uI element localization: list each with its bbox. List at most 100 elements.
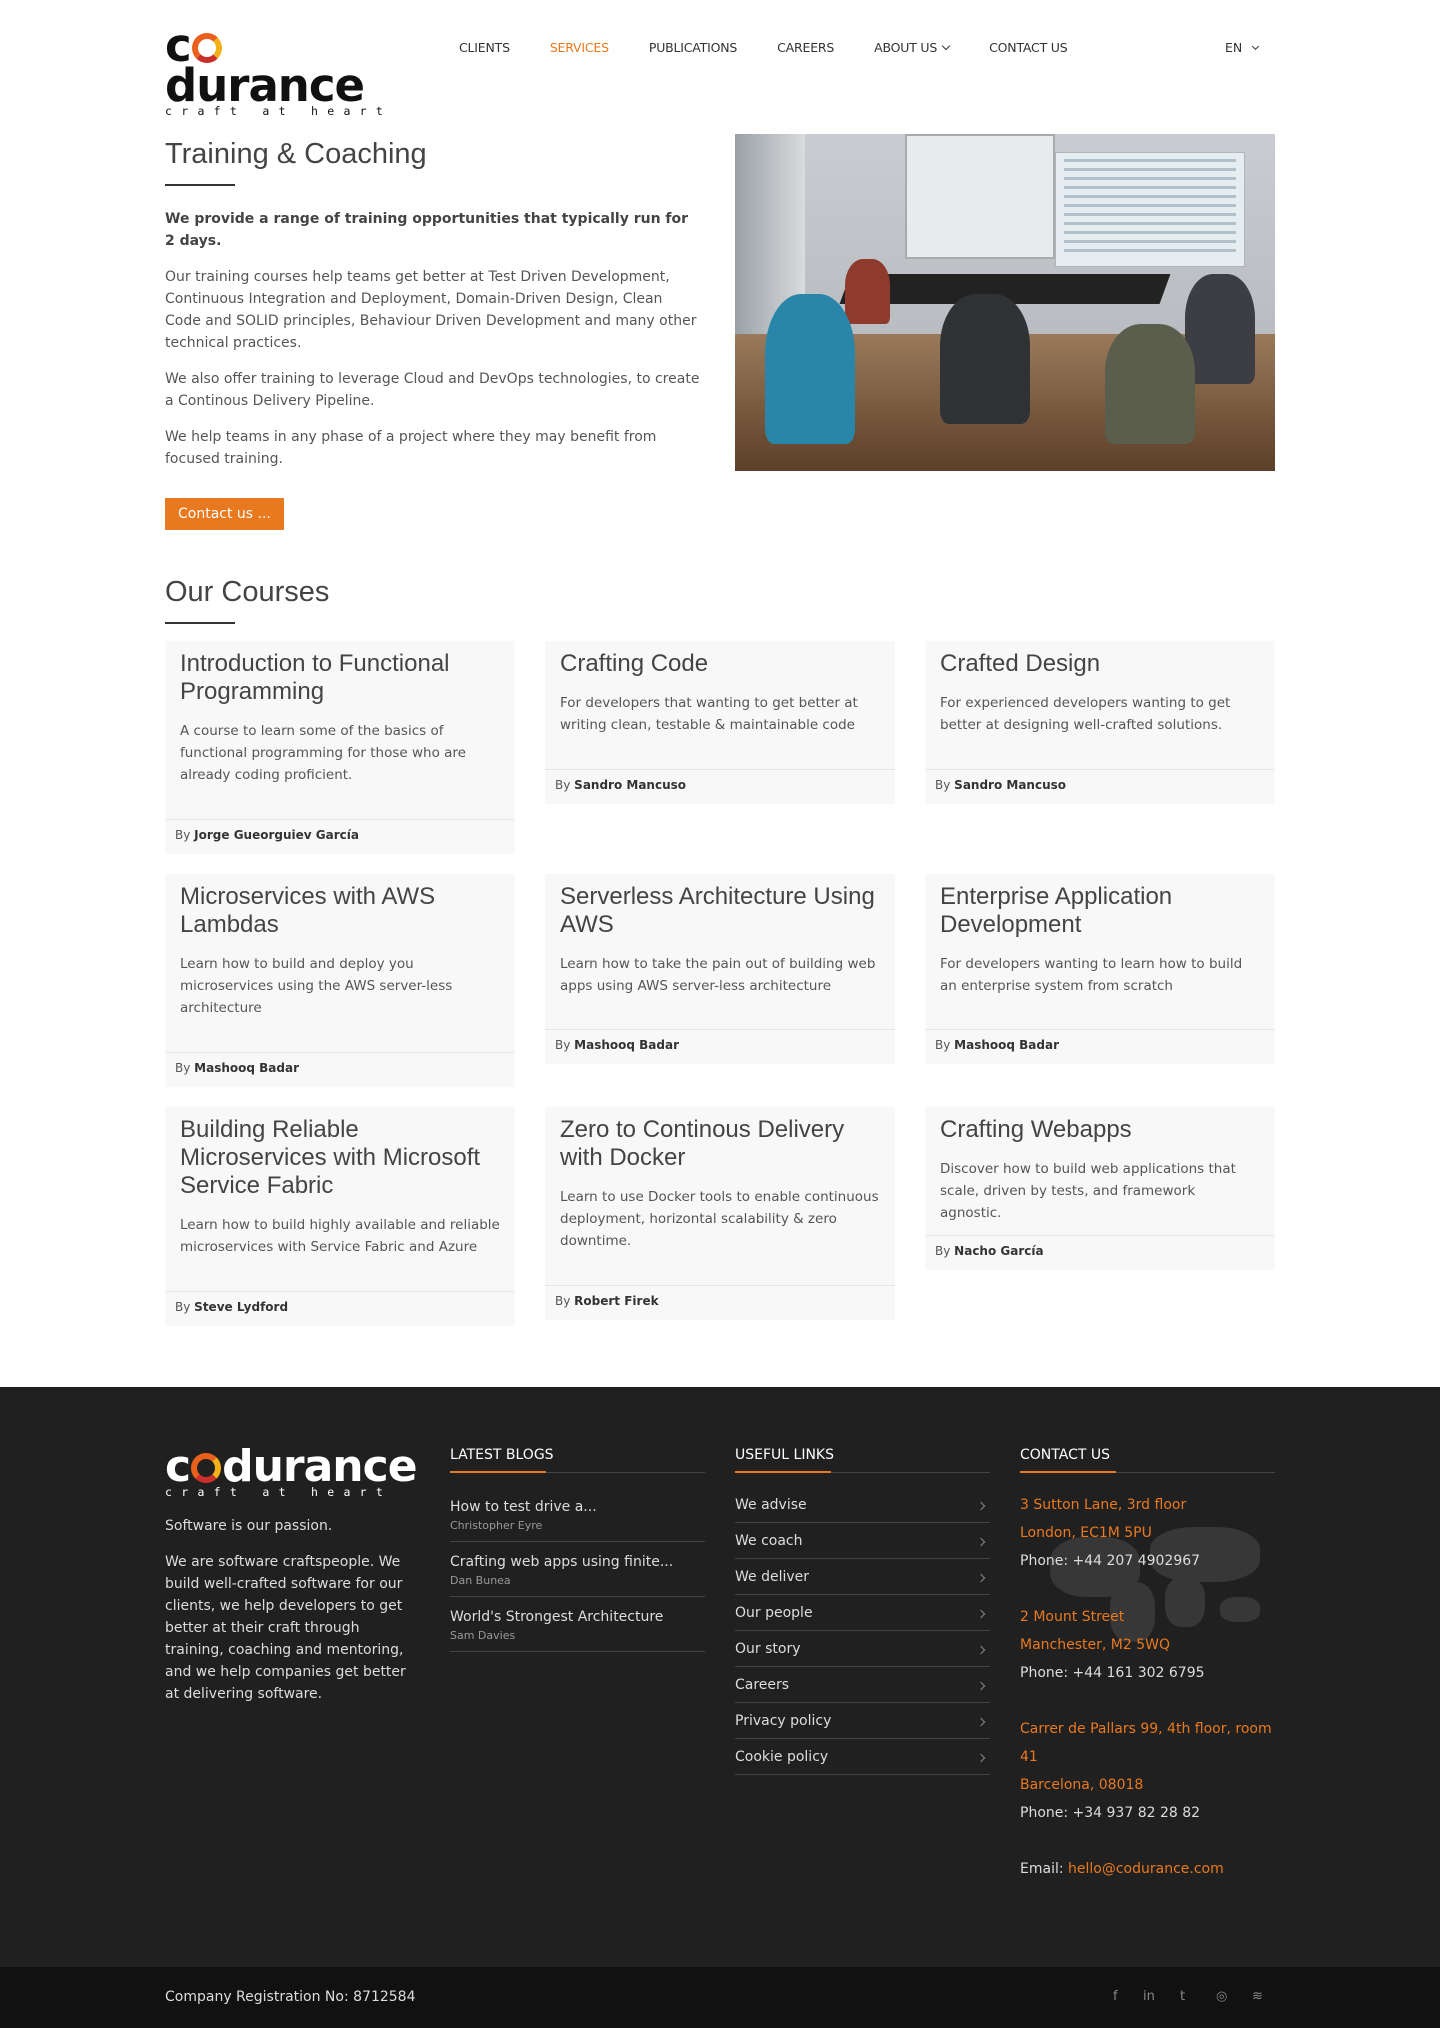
office-address[interactable]: 2 Mount Street <box>1020 1603 1275 1631</box>
blog-title[interactable]: How to test drive a... <box>450 1499 705 1515</box>
author-name[interactable]: Jorge Gueorguiev García <box>194 828 359 842</box>
footer-link-privacy-policy[interactable]: Privacy policy <box>735 1703 990 1739</box>
footer-link-our-story[interactable]: Our story <box>735 1631 990 1667</box>
course-card[interactable]: Introduction to Functional Programming A … <box>165 641 515 854</box>
nav-item-about-us[interactable]: ABOUT US <box>874 40 951 55</box>
course-author: By Mashooq Badar <box>545 1029 895 1064</box>
office-address[interactable]: 3 Sutton Lane, 3rd floor <box>1020 1491 1275 1519</box>
office-city[interactable]: Barcelona, 08018 <box>1020 1771 1275 1799</box>
course-description: Learn how to build and deploy you micros… <box>180 956 453 1016</box>
company-registration: Company Registration No: 8712584 <box>165 1989 416 2005</box>
blog-item[interactable]: Crafting web apps using finite... Dan Bun… <box>450 1542 705 1597</box>
course-card[interactable]: Zero to Continous Delivery with Docker Le… <box>545 1107 895 1320</box>
course-card[interactable]: Serverless Architecture Using AWS Learn h… <box>545 874 895 1064</box>
course-card[interactable]: Microservices with AWS Lambdas Learn how … <box>165 874 515 1087</box>
footer-link-careers[interactable]: Careers <box>735 1667 990 1703</box>
office-city[interactable]: London, EC1M 5PU <box>1020 1519 1275 1547</box>
course-card[interactable]: Building Reliable Microservices with Mic… <box>165 1107 515 1326</box>
blog-item[interactable]: World's Strongest Architecture Sam Davies <box>450 1597 705 1652</box>
nav-item-careers[interactable]: CAREERS <box>777 40 834 55</box>
language-label: EN <box>1225 40 1243 55</box>
course-title[interactable]: Microservices with AWS Lambdas <box>180 883 500 939</box>
office-manchester: 2 Mount Street Manchester, M2 5WQ Phone:… <box>1020 1603 1275 1687</box>
course-title[interactable]: Serverless Architecture Using AWS <box>560 883 880 939</box>
office-phone: Phone: +34 937 82 28 82 <box>1020 1805 1201 1821</box>
course-card[interactable]: Crafting Code For developers that wanting… <box>545 641 895 804</box>
footer-contact: CONTACT US 3 Sutton Lane, 3rd floor Lond… <box>1020 1447 1275 1883</box>
logo-wordmark: cdurance <box>165 1441 418 1492</box>
course-description: Discover how to build web applications t… <box>940 1161 1236 1221</box>
twitter-icon[interactable]: t <box>1180 1989 1185 2004</box>
title-underline <box>165 622 235 624</box>
nav-item-clients[interactable]: CLIENTS <box>459 40 510 55</box>
blog-author: Christopher Eyre <box>450 1519 543 1532</box>
blog-item[interactable]: How to test drive a... Christopher Eyre <box>450 1473 705 1542</box>
course-description: For experienced developers wanting to ge… <box>940 695 1231 733</box>
footer-link-we-deliver[interactable]: We deliver <box>735 1559 990 1595</box>
author-name[interactable]: Mashooq Badar <box>194 1061 299 1075</box>
blog-title[interactable]: Crafting web apps using finite... <box>450 1554 705 1570</box>
intro-paragraph: We also offer training to leverage Cloud… <box>165 371 700 409</box>
footer-logo[interactable]: c durance craft at heart <box>165 1441 418 1500</box>
author-name[interactable]: Robert Firek <box>574 1294 658 1308</box>
author-name[interactable]: Mashooq Badar <box>574 1038 679 1052</box>
nav-item-services[interactable]: SERVICES <box>550 40 609 55</box>
course-description: For developers that wanting to get bette… <box>560 695 858 733</box>
course-card[interactable]: Crafting Webapps Discover how to build we… <box>925 1107 1275 1270</box>
training-intro: Training & Coaching We provide a range o… <box>165 134 700 530</box>
blog-title[interactable]: World's Strongest Architecture <box>450 1609 705 1625</box>
nav-item-contact-us[interactable]: CONTACT US <box>989 40 1068 55</box>
author-name[interactable]: Sandro Mancuso <box>954 778 1066 792</box>
footer-link-we-advise[interactable]: We advise <box>735 1473 990 1523</box>
course-card[interactable]: Enterprise Application Development For de… <box>925 874 1275 1064</box>
contact-us-button[interactable]: Contact us ... <box>165 498 284 530</box>
footer-link-we-coach[interactable]: We coach <box>735 1523 990 1559</box>
course-title[interactable]: Building Reliable Microservices with Mic… <box>180 1116 500 1200</box>
office-london: 3 Sutton Lane, 3rd floor London, EC1M 5P… <box>1020 1491 1275 1575</box>
author-name[interactable]: Sandro Mancuso <box>574 778 686 792</box>
page-title: Training & Coaching <box>165 138 427 170</box>
course-title[interactable]: Enterprise Application Development <box>940 883 1260 939</box>
email-link[interactable]: hello@codurance.com <box>1068 1861 1224 1877</box>
course-title[interactable]: Zero to Continous Delivery with Docker <box>560 1116 880 1172</box>
nav-item-publications[interactable]: PUBLICATIONS <box>649 40 737 55</box>
instagram-icon[interactable]: ◎ <box>1216 1989 1227 2004</box>
office-barcelona: Carrer de Pallars 99, 4th floor, room 41… <box>1020 1715 1275 1827</box>
footer-latest-blogs: LATEST BLOGS How to test drive a... Chris… <box>450 1447 705 1652</box>
logo-wordmark: cdurance <box>165 19 365 112</box>
course-author: By Mashooq Badar <box>165 1052 515 1087</box>
course-card[interactable]: Crafted Design For experienced developers… <box>925 641 1275 804</box>
course-title[interactable]: Crafting Webapps <box>940 1116 1260 1144</box>
site-header: cdurance craft at heart CLIENTS SERVICES… <box>0 0 1440 118</box>
training-photo <box>735 134 1275 471</box>
course-title[interactable]: Crafting Code <box>560 650 880 678</box>
logo-ring-icon <box>191 33 222 63</box>
footer-link-our-people[interactable]: Our people <box>735 1595 990 1631</box>
office-address[interactable]: Carrer de Pallars 99, 4th floor, room 41 <box>1020 1715 1275 1771</box>
footer-useful-links: USEFUL LINKS We advise We coach We deliv… <box>735 1447 990 1775</box>
author-name[interactable]: Steve Lydford <box>194 1300 288 1314</box>
chevron-right-icon <box>976 1753 986 1763</box>
course-title[interactable]: Crafted Design <box>940 650 1260 678</box>
linkedin-icon[interactable]: in <box>1143 1989 1155 2004</box>
language-selector[interactable]: EN <box>1225 40 1260 55</box>
office-city[interactable]: Manchester, M2 5WQ <box>1020 1631 1275 1659</box>
office-phone: Phone: +44 161 302 6795 <box>1020 1665 1205 1681</box>
chevron-right-icon <box>976 1645 986 1655</box>
footer-link-cookie-policy[interactable]: Cookie policy <box>735 1739 990 1775</box>
author-name[interactable]: Mashooq Badar <box>954 1038 1059 1052</box>
author-name[interactable]: Nacho García <box>954 1244 1043 1258</box>
intro-lead: We provide a range of training opportuni… <box>165 211 689 249</box>
chevron-right-icon <box>976 1681 986 1691</box>
logo[interactable]: cdurance craft at heart <box>165 19 395 118</box>
chevron-right-icon <box>976 1501 986 1511</box>
footer-email: Email: hello@codurance.com <box>1020 1861 1224 1877</box>
courses-title: Our Courses <box>165 576 330 608</box>
rss-icon[interactable]: ≋ <box>1252 1989 1263 2004</box>
blog-author: Dan Bunea <box>450 1574 511 1587</box>
course-author: By Mashooq Badar <box>925 1029 1275 1064</box>
facebook-icon[interactable]: f <box>1113 1989 1118 2004</box>
chevron-right-icon <box>976 1717 986 1727</box>
course-title[interactable]: Introduction to Functional Programming <box>180 650 500 706</box>
course-description: Learn to use Docker tools to enable cont… <box>560 1189 879 1249</box>
